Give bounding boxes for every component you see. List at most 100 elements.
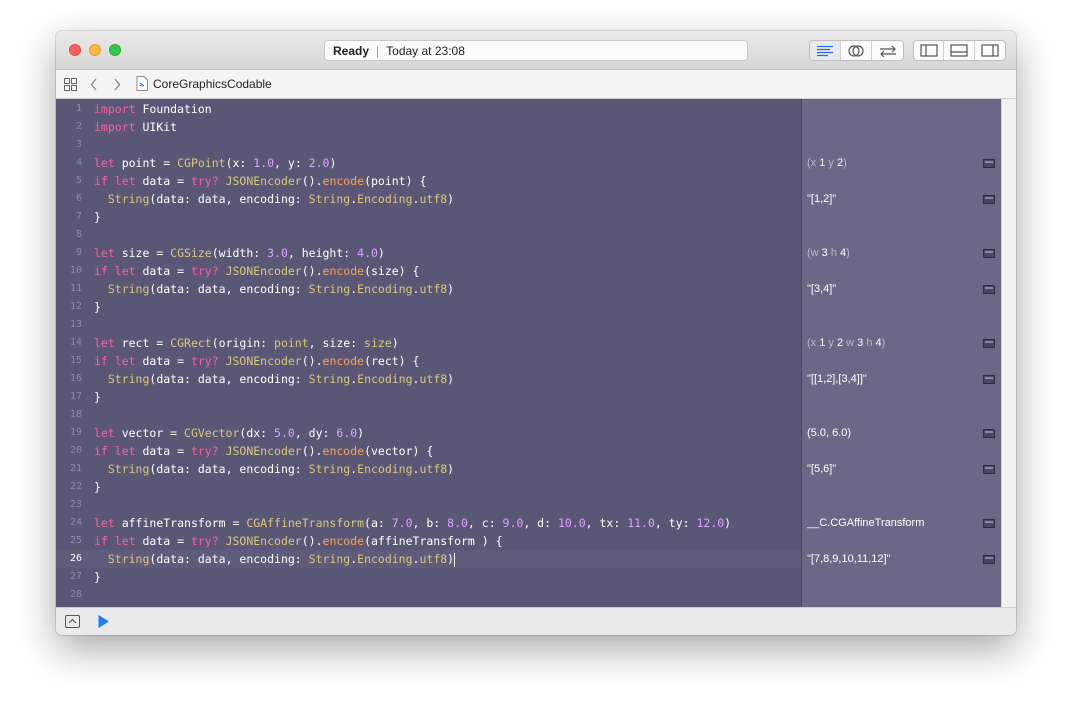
code-line[interactable]: 21 String(data: data, encoding: String.E… xyxy=(56,460,801,478)
code-token: String xyxy=(107,462,150,476)
source-editor[interactable]: 1 import Foundation 2 import UIKit 3 4 let poi… xyxy=(56,99,801,607)
code-line[interactable]: 11 String(data: data, encoding: String.E… xyxy=(56,280,801,298)
code-token: 6.0 xyxy=(336,426,358,440)
code-text: } xyxy=(94,568,101,586)
code-token: try? xyxy=(190,354,226,368)
code-token: (). xyxy=(301,354,323,368)
code-line[interactable]: 9 let size = CGSize(width: 3.0, height: 4… xyxy=(56,244,801,262)
code-line[interactable]: 18 xyxy=(56,406,801,424)
minimize-button[interactable] xyxy=(89,44,101,56)
result-token: ) xyxy=(843,157,847,169)
line-number: 25 xyxy=(69,535,82,546)
hide-debug-area-icon[interactable] xyxy=(65,615,80,628)
navigator-panel-button[interactable] xyxy=(914,41,945,60)
code-line[interactable]: 24 let affineTransform = CGAffineTransfor… xyxy=(56,514,801,532)
code-line[interactable]: 4 let point = CGPoint(x: 1.0, y: 2.0) xyxy=(56,154,801,172)
code-line[interactable]: 17} xyxy=(56,388,801,406)
code-text: String(data: data, encoding: String.Enco… xyxy=(94,460,454,478)
code-token: ) xyxy=(447,552,455,566)
chevron-left-icon[interactable] xyxy=(90,78,98,91)
breadcrumb-file-name[interactable]: CoreGraphicsCodable xyxy=(153,77,272,91)
line-number: 14 xyxy=(69,337,82,348)
related-items-grid-icon[interactable] xyxy=(64,78,77,91)
vertical-scrollbar[interactable] xyxy=(1001,99,1016,607)
code-line[interactable]: 20 if let data = try? JSONEncoder().encod… xyxy=(56,442,801,460)
quick-look-icon[interactable] xyxy=(983,339,995,348)
code-token: ) xyxy=(447,192,455,206)
quick-look-icon[interactable] xyxy=(983,429,995,438)
code-line[interactable]: 25 if let data = try? JSONEncoder().encod… xyxy=(56,532,801,550)
zoom-button[interactable] xyxy=(109,44,121,56)
utilities-panel-button[interactable] xyxy=(975,41,1005,60)
code-line[interactable]: 15 if let data = try? JSONEncoder().encod… xyxy=(56,352,801,370)
quick-look-icon[interactable] xyxy=(983,285,995,294)
code-line[interactable]: 7} xyxy=(56,208,801,226)
debug-panel-button[interactable] xyxy=(944,41,975,60)
code-token: String xyxy=(308,192,351,206)
code-text: } xyxy=(94,298,101,316)
panel-segmented-control xyxy=(913,40,1006,61)
code-line[interactable]: 6 String(data: data, encoding: String.En… xyxy=(56,190,801,208)
code-line[interactable]: 12} xyxy=(56,298,801,316)
code-line[interactable]: 16 String(data: data, encoding: String.E… xyxy=(56,370,801,388)
code-line[interactable]: 23 xyxy=(56,496,801,514)
result-token: (x xyxy=(807,337,820,349)
code-line[interactable]: 14 let rect = CGRect(origin: point, size:… xyxy=(56,334,801,352)
quick-look-icon[interactable] xyxy=(983,555,995,564)
quick-look-icon[interactable] xyxy=(983,249,995,258)
code-line[interactable]: 13 xyxy=(56,316,801,334)
code-line[interactable]: 3 xyxy=(56,136,801,154)
chevron-right-icon[interactable] xyxy=(113,78,121,91)
code-token: data = xyxy=(142,264,191,278)
quick-look-icon[interactable] xyxy=(983,519,995,528)
status-state: Ready xyxy=(333,43,370,58)
code-line[interactable]: 26 String(data: data, encoding: String.E… xyxy=(56,550,801,568)
result-value: "[3,4]" xyxy=(807,280,977,298)
line-number: 15 xyxy=(69,355,82,366)
code-line[interactable]: 1 import Foundation xyxy=(56,100,801,118)
result-token: (w xyxy=(807,247,822,259)
code-token: 5.0 xyxy=(274,426,295,440)
code-token: String xyxy=(107,372,150,386)
line-number: 27 xyxy=(69,571,82,582)
code-line[interactable]: 27} xyxy=(56,568,801,586)
code-line[interactable]: 22} xyxy=(56,478,801,496)
version-editor-button[interactable] xyxy=(872,41,903,60)
result-token: w xyxy=(843,337,858,349)
assistant-editor-button[interactable] xyxy=(841,41,872,60)
close-button[interactable] xyxy=(69,44,81,56)
code-token: CGSize xyxy=(170,246,212,260)
line-number: 17 xyxy=(69,391,82,402)
code-line[interactable]: 2 import UIKit xyxy=(56,118,801,136)
quick-look-icon[interactable] xyxy=(983,159,995,168)
result-token: ) xyxy=(846,247,850,259)
code-line[interactable]: 28 xyxy=(56,586,801,604)
code-text: let vector = CGVector(dx: 5.0, dy: 6.0) xyxy=(94,424,364,442)
code-text: if let data = try? JSONEncoder().encode(… xyxy=(94,352,419,370)
code-token: (x: xyxy=(225,156,254,170)
code-token: 12.0 xyxy=(696,516,725,530)
quick-look-icon[interactable] xyxy=(983,195,995,204)
result-token: "[1,2]" xyxy=(807,193,837,205)
code-token: let xyxy=(94,426,122,440)
run-play-icon[interactable] xyxy=(97,614,110,629)
code-token: String xyxy=(308,372,351,386)
code-token: } xyxy=(94,210,101,224)
debug-bar xyxy=(56,607,1016,635)
code-token: if let xyxy=(94,174,143,188)
code-token: JSONEncoder xyxy=(225,264,302,278)
status-time: Today at 23:08 xyxy=(386,43,465,58)
code-line[interactable]: 5 if let data = try? JSONEncoder().encode… xyxy=(56,172,801,190)
quick-look-icon[interactable] xyxy=(983,375,995,384)
code-token: , b: xyxy=(412,516,448,530)
editor-mode-segmented-control xyxy=(809,40,904,61)
code-line[interactable]: 10 if let data = try? JSONEncoder().encod… xyxy=(56,262,801,280)
code-token: UIKit xyxy=(142,120,178,134)
line-number: 4 xyxy=(75,157,82,168)
code-text: if let data = try? JSONEncoder().encode(… xyxy=(94,172,426,190)
code-token: JSONEncoder xyxy=(225,444,302,458)
quick-look-icon[interactable] xyxy=(983,465,995,474)
standard-editor-button[interactable] xyxy=(810,41,841,60)
code-line[interactable]: 8 xyxy=(56,226,801,244)
code-line[interactable]: 19 let vector = CGVector(dx: 5.0, dy: 6.0… xyxy=(56,424,801,442)
